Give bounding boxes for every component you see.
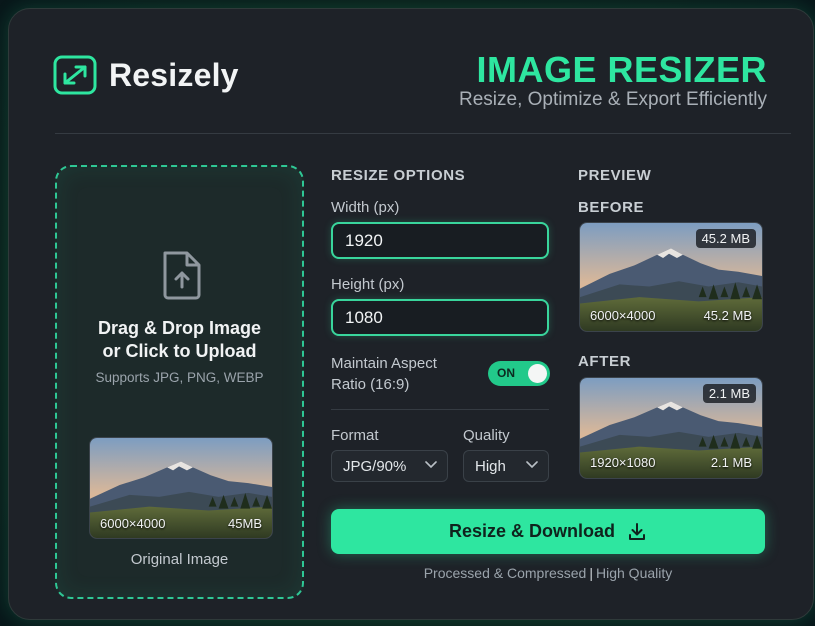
aspect-ratio-label-line2: Ratio (16:9) [331, 376, 410, 393]
dropzone-title-line2: or Click to Upload [102, 341, 257, 361]
resizer-card: Resizely IMAGE RESIZER Resize, Optimize … [8, 8, 814, 620]
before-dimensions: 6000×4000 [590, 308, 656, 323]
aspect-ratio-label: Maintain Aspect Ratio (16:9) [331, 353, 437, 395]
original-image-thumbnail: 6000×4000 45MB [89, 437, 273, 539]
after-dimensions: 1920×1080 [590, 455, 656, 470]
after-size: 2.1 MB [710, 455, 752, 470]
chevron-down-icon [526, 461, 538, 469]
after-heading: AFTER [578, 353, 631, 370]
resize-download-button[interactable]: Resize & Download [331, 509, 765, 554]
after-preview: 2.1 MB 1920×1080 2.1 MB [579, 377, 763, 479]
before-preview: 45.2 MB 6000×4000 45.2 MB [579, 222, 763, 332]
status-footnote: Processed & Compressed | High Quality [331, 565, 765, 581]
format-label: Format [331, 427, 379, 444]
width-label: Width (px) [331, 199, 400, 216]
footnote-quality: High Quality [596, 565, 673, 581]
height-input[interactable] [331, 299, 549, 336]
quality-select[interactable]: High [463, 450, 549, 482]
before-heading: BEFORE [578, 199, 645, 216]
before-size-badge: 45.2 MB [695, 229, 756, 248]
upload-dropzone[interactable]: Drag & Drop Image or Click to Upload Sup… [55, 165, 304, 599]
footnote-processed: Processed & Compressed [423, 565, 587, 581]
resize-arrows-icon [53, 55, 97, 95]
format-select[interactable]: JPG/90% [331, 450, 448, 482]
original-image-caption: Original Image [130, 551, 229, 568]
toggle-knob [528, 364, 547, 383]
height-label: Height (px) [331, 276, 405, 293]
after-size-badge: 2.1 MB [702, 384, 756, 403]
footnote-separator: | [589, 565, 593, 581]
width-input[interactable] [331, 222, 549, 259]
resize-options-heading: RESIZE OPTIONS [331, 167, 466, 184]
page-subtitle: Resize, Optimize & Export Efficiently [459, 89, 767, 110]
supported-formats: Supports JPG, PNG, WEBP [95, 370, 264, 385]
file-upload-icon [163, 251, 201, 300]
original-size: 45MB [228, 516, 262, 531]
format-value: JPG/90% [343, 457, 407, 475]
aspect-ratio-toggle[interactable]: ON [488, 361, 550, 386]
resize-download-label: Resize & Download [448, 521, 616, 541]
options-divider [331, 409, 549, 410]
dropzone-title: Drag & Drop Image or Click to Upload [57, 317, 302, 363]
before-size: 45.2 MB [703, 308, 752, 323]
brand-name: Resizely [109, 56, 239, 93]
quality-value: High [475, 457, 506, 475]
toggle-state: ON [497, 366, 515, 380]
quality-label: Quality [463, 427, 510, 444]
preview-heading: PREVIEW [578, 167, 652, 184]
download-icon [629, 522, 646, 540]
page-title: IMAGE RESIZER [476, 49, 767, 90]
aspect-ratio-label-line1: Maintain Aspect [331, 355, 437, 372]
dropzone-title-line1: Drag & Drop Image [97, 318, 262, 338]
chevron-down-icon [425, 461, 437, 469]
header-divider [55, 133, 791, 134]
original-dimensions: 6000×4000 [100, 516, 166, 531]
brand: Resizely [53, 55, 239, 95]
